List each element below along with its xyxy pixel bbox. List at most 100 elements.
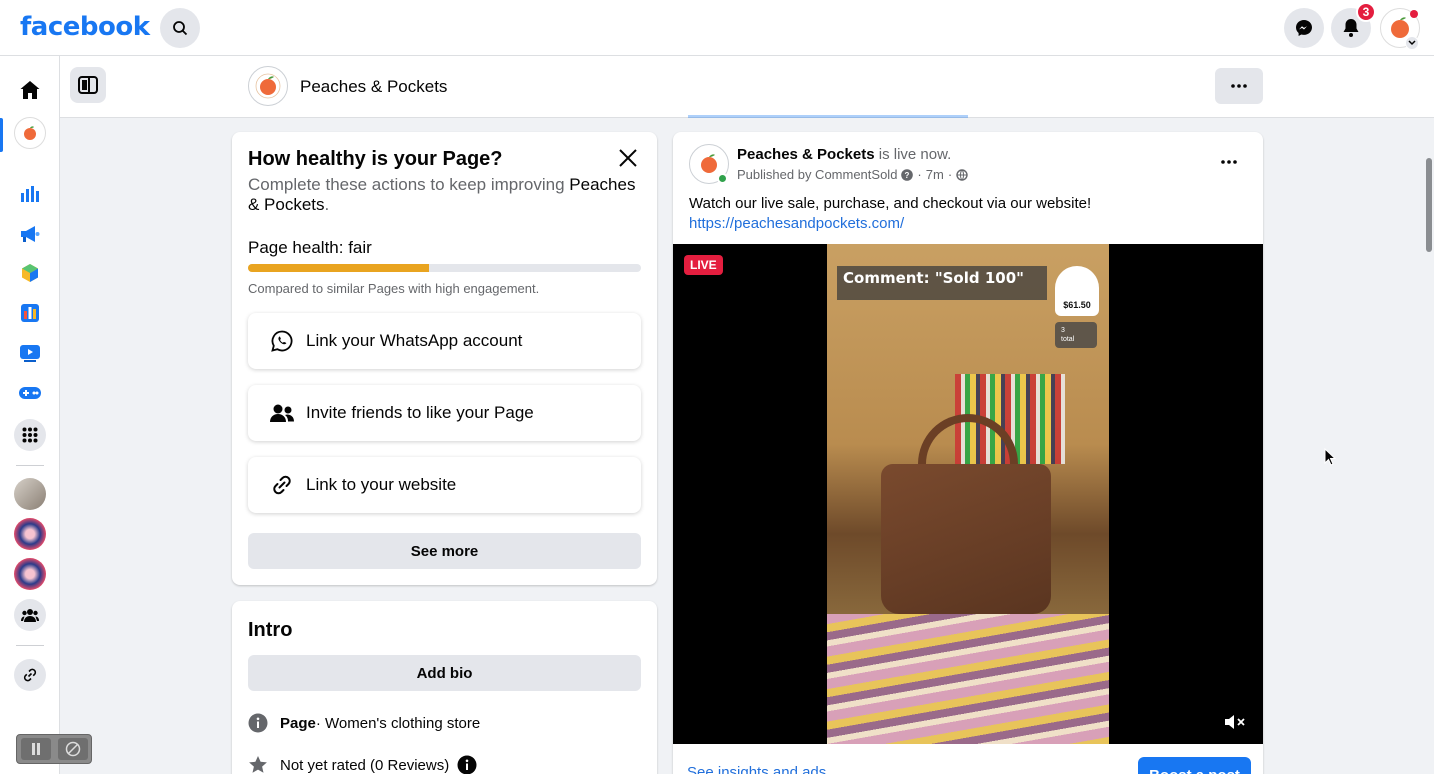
unmute-button[interactable] (1223, 710, 1247, 734)
add-bio-button[interactable]: Add bio (248, 655, 641, 691)
post-header: Peaches & Pockets is live now. (737, 146, 951, 163)
messenger-icon (1296, 20, 1312, 36)
top-navigation-bar: facebook 3 (0, 0, 1434, 56)
messenger-button[interactable] (1284, 8, 1324, 48)
avatar-notification-dot (1410, 10, 1418, 18)
boost-post-button[interactable]: Boost a post (1138, 757, 1251, 774)
page-avatar[interactable] (248, 66, 288, 106)
published-by: Published by CommentSold (737, 167, 898, 182)
page-header-bar: Peaches & Pockets (60, 56, 1434, 118)
rail-business-suite[interactable] (14, 297, 46, 329)
left-navigation-rail (0, 56, 60, 774)
separator: · (917, 167, 922, 182)
health-card-title: How healthy is your Page? (248, 148, 503, 170)
grid-menu-icon (22, 427, 38, 443)
rail-shortcut-1[interactable] (14, 478, 46, 510)
close-icon (619, 149, 637, 167)
video-icon (20, 345, 40, 362)
video-rug (827, 614, 1109, 744)
viewer-count-label: total (1061, 336, 1075, 343)
link-icon (23, 668, 37, 682)
facebook-logo[interactable]: facebook (20, 12, 150, 42)
health-status-label: Page health: fair (248, 238, 372, 257)
action-invite-friends[interactable]: Invite friends to like your Page (248, 385, 641, 441)
rail-gaming[interactable] (14, 377, 46, 409)
search-button[interactable] (160, 8, 200, 48)
action-label: Invite friends to like your Page (306, 403, 534, 422)
post-timestamp[interactable]: 7m (926, 167, 944, 182)
ellipsis-icon (1221, 160, 1237, 164)
rail-home[interactable] (14, 74, 46, 106)
post-text: Watch our live sale, purchase, and check… (689, 195, 1092, 212)
cube-icon (22, 264, 38, 282)
live-video-player[interactable]: LIVE Comment: "Sold 100" $61.50 3 total (673, 244, 1263, 744)
page-title[interactable]: Peaches & Pockets (300, 77, 447, 97)
recording-controls (16, 734, 92, 764)
separator: · (947, 167, 953, 182)
globe-icon (956, 168, 968, 181)
rail-menu[interactable] (14, 419, 46, 451)
rating-text: Not yet rated (0 Reviews) (280, 756, 450, 774)
intro-rating-row: Not yet rated (0 Reviews) (248, 755, 489, 774)
megaphone-icon (21, 226, 40, 242)
post-author-name[interactable]: Peaches & Pockets (737, 146, 875, 163)
health-card-subtitle: Complete these actions to keep improving… (248, 175, 648, 215)
ellipsis-icon (1231, 84, 1247, 88)
rail-shortcut-2[interactable] (14, 518, 46, 550)
post-website-link[interactable]: https://peachesandpockets.com/ (689, 214, 1091, 234)
no-cursor-icon (65, 741, 80, 757)
sidebar-panel-icon (78, 76, 98, 94)
live-post-card: Peaches & Pockets is live now. Published… (673, 132, 1263, 774)
intro-card: Intro Add bio Page · Women's clothing st… (232, 601, 657, 774)
bell-icon (1343, 19, 1359, 37)
home-icon (20, 81, 40, 99)
rail-watch[interactable] (14, 337, 46, 369)
help-icon[interactable]: ? (901, 168, 914, 181)
rail-page[interactable] (14, 117, 46, 149)
viewer-count: 3 (1061, 327, 1065, 334)
action-label: Link your WhatsApp account (306, 331, 523, 350)
pause-icon (31, 743, 40, 755)
product-price-chip[interactable]: $61.50 (1055, 266, 1099, 316)
page-health-card: How healthy is your Page? Complete these… (232, 132, 657, 585)
hide-cursor-button[interactable] (57, 738, 88, 760)
rail-divider (16, 465, 44, 466)
rail-links[interactable] (14, 659, 46, 691)
see-more-button[interactable]: See more (248, 533, 641, 569)
peach-logo-icon (255, 73, 281, 99)
account-menu-chevron[interactable] (1405, 36, 1419, 50)
rail-ads[interactable] (14, 218, 46, 250)
sidebar-toggle-button[interactable] (70, 67, 106, 103)
svg-text:?: ? (905, 171, 910, 180)
friends-icon (268, 403, 296, 423)
health-comparison-note: Compared to similar Pages with high enga… (248, 281, 540, 296)
pause-button[interactable] (20, 738, 51, 760)
close-button[interactable] (616, 146, 640, 170)
star-icon (248, 755, 268, 774)
action-label: Link to your website (306, 475, 457, 494)
mouse-cursor-icon (1324, 448, 1336, 466)
subtitle-text: Complete these actions to keep improving (248, 175, 570, 194)
rail-groups[interactable] (14, 599, 46, 631)
post-options-button[interactable] (1213, 148, 1245, 176)
post-body: Watch our live sale, purchase, and check… (689, 194, 1091, 234)
search-icon (173, 21, 188, 36)
peach-logo-icon (701, 154, 717, 173)
link-icon (268, 473, 296, 497)
rail-divider (16, 645, 44, 646)
rail-shortcut-3[interactable] (14, 558, 46, 590)
whatsapp-icon (268, 329, 296, 353)
page-scrollbar[interactable] (1426, 158, 1432, 252)
health-progress-bar (248, 264, 641, 272)
chevron-down-icon (1408, 40, 1416, 46)
rail-insights[interactable] (14, 178, 46, 210)
action-link-website[interactable]: Link to your website (248, 457, 641, 513)
page-more-button[interactable] (1215, 68, 1263, 104)
post-meta: Published by CommentSold ? · 7m · (737, 167, 968, 182)
insights-link[interactable]: See insights and ads (687, 764, 826, 774)
groups-icon (21, 609, 39, 622)
info-icon[interactable] (457, 755, 477, 774)
notification-badge: 3 (1356, 2, 1376, 22)
rail-creator[interactable] (14, 257, 46, 289)
action-link-whatsapp[interactable]: Link your WhatsApp account (248, 313, 641, 369)
